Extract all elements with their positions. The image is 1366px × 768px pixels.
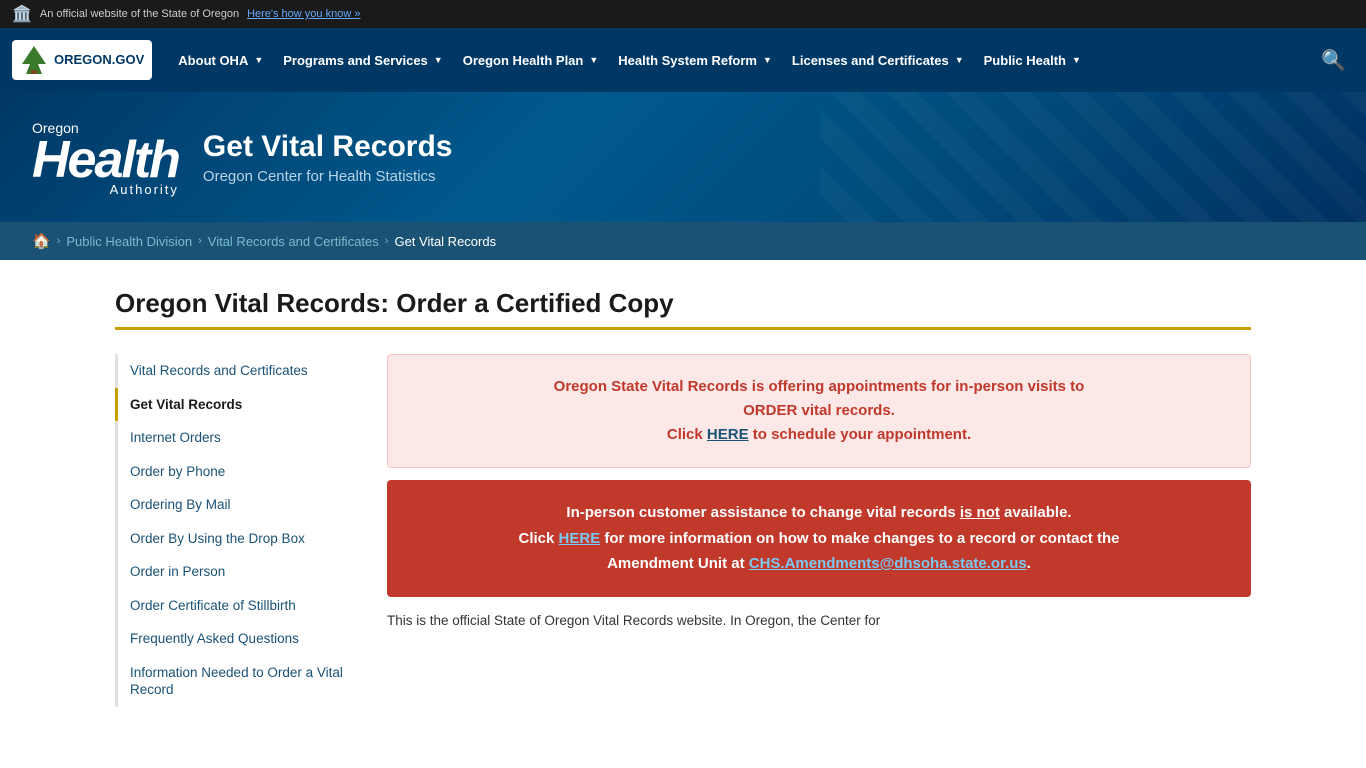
sidebar-item-order-person[interactable]: Order in Person [115,555,355,589]
notice-pink-text: Oregon State Vital Records is offering a… [412,375,1226,447]
nav-menu: About OHA ▼ Programs and Services ▼ Oreg… [168,45,1313,76]
main-content: Oregon Vital Records: Order a Certified … [83,260,1283,735]
search-button[interactable]: 🔍 [1313,40,1354,81]
notices-area: Oregon State Vital Records is offering a… [387,354,1251,707]
sidebar-list: Vital Records and Certificates Get Vital… [115,354,355,707]
hero-logo: Oregon Health Authority [32,119,179,196]
site-logo[interactable]: OREGON.GOV [12,40,152,80]
notice-pink-here-link[interactable]: HERE [707,426,749,443]
notice-appointments: Oregon State Vital Records is offering a… [387,354,1251,468]
notice-red-here-link[interactable]: HERE [559,530,601,547]
hero-banner: Oregon Health Authority Get Vital Record… [0,92,1366,222]
chevron-down-icon: ▼ [763,55,772,65]
sidebar-item-info-needed[interactable]: Information Needed to Order a Vital Reco… [115,656,355,707]
chevron-down-icon: ▼ [254,55,263,65]
content-layout: Vital Records and Certificates Get Vital… [115,354,1251,707]
nav-item-hsr[interactable]: Health System Reform ▼ [608,45,782,76]
page-title: Oregon Vital Records: Order a Certified … [115,288,1251,330]
home-icon[interactable]: 🏠 [32,232,51,250]
hero-logo-big: Health [32,131,179,189]
nav-item-about[interactable]: About OHA ▼ [168,45,273,76]
top-bar-text: An official website of the State of Oreg… [40,8,239,20]
breadcrumb-sep-1: › [57,235,61,247]
sidebar-item-drop-box[interactable]: Order By Using the Drop Box [115,522,355,556]
sidebar-item-vital-records[interactable]: Vital Records and Certificates [115,354,355,388]
breadcrumb-public-health[interactable]: Public Health Division [66,234,192,249]
nav-item-programs[interactable]: Programs and Services ▼ [273,45,452,76]
nav-item-public-health[interactable]: Public Health ▼ [974,45,1091,76]
breadcrumb-vital-records[interactable]: Vital Records and Certificates [208,234,379,249]
amendment-email-link[interactable]: CHS.Amendments@dhsoha.state.or.us [749,555,1027,572]
breadcrumb-sep-2: › [198,235,202,247]
nav-item-licenses[interactable]: Licenses and Certificates ▼ [782,45,974,76]
sidebar-item-faq[interactable]: Frequently Asked Questions [115,622,355,656]
bottom-text: This is the official State of Oregon Vit… [387,613,1251,628]
chevron-down-icon: ▼ [434,55,443,65]
how-you-know-link[interactable]: Here's how you know » [247,8,360,20]
sidebar-item-get-vital-records[interactable]: Get Vital Records [115,388,355,422]
top-bar: 🏛️ An official website of the State of O… [0,0,1366,28]
sidebar-item-ordering-mail[interactable]: Ordering By Mail [115,488,355,522]
nav-bar: OREGON.GOV About OHA ▼ Programs and Serv… [0,28,1366,92]
breadcrumb-current: Get Vital Records [394,234,496,249]
sidebar-item-internet-orders[interactable]: Internet Orders [115,421,355,455]
sidebar: Vital Records and Certificates Get Vital… [115,354,355,707]
chevron-down-icon: ▼ [1072,55,1081,65]
breadcrumb-sep-3: › [385,235,389,247]
sidebar-item-stillbirth[interactable]: Order Certificate of Stillbirth [115,589,355,623]
chevron-down-icon: ▼ [589,55,598,65]
hero-content: Get Vital Records Oregon Center for Heal… [203,130,453,185]
chevron-down-icon: ▼ [955,55,964,65]
sidebar-item-order-phone[interactable]: Order by Phone [115,455,355,489]
hero-subtitle: Oregon Center for Health Statistics [203,168,453,185]
flag-icon: 🏛️ [12,4,32,24]
hero-title: Get Vital Records [203,130,453,164]
breadcrumb: 🏠 › Public Health Division › Vital Recor… [0,222,1366,260]
notice-red-text: In-person customer assistance to change … [411,500,1227,577]
logo-text: OREGON.GOV [54,53,144,67]
notice-amendment: In-person customer assistance to change … [387,480,1251,597]
nav-item-ohp[interactable]: Oregon Health Plan ▼ [453,45,609,76]
not-available-emphasis: is not [960,504,1000,521]
